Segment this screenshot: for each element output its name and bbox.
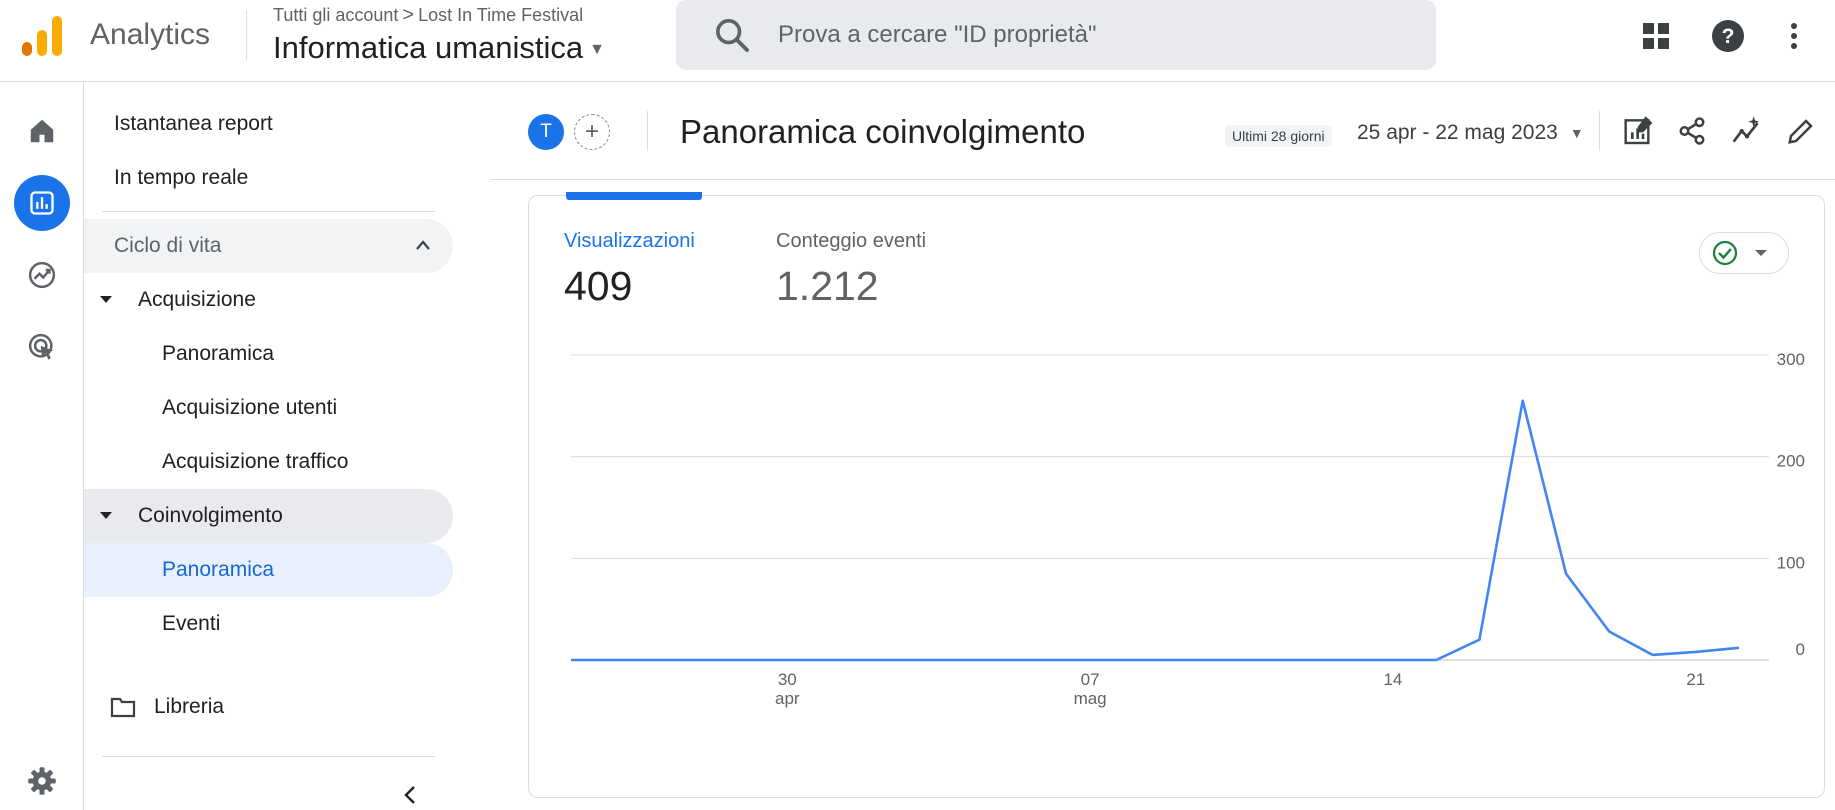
- reports-nav: Istantanea report In tempo reale Ciclo d…: [84, 83, 464, 810]
- divider: [102, 211, 435, 212]
- x-tick-sublabel: apr: [775, 689, 800, 708]
- x-tick-label: 14: [1383, 670, 1402, 689]
- y-tick-label: 0: [1796, 640, 1805, 659]
- y-tick-label: 200: [1777, 452, 1805, 471]
- x-tick-sublabel: mag: [1074, 689, 1107, 708]
- edit-pencil-icon[interactable]: [1782, 112, 1820, 150]
- add-comparison-button[interactable]: +: [574, 114, 610, 150]
- more-vert-icon[interactable]: [1774, 16, 1814, 56]
- nav-item-label: Panoramica: [162, 342, 275, 365]
- nav-item-label: In tempo reale: [114, 166, 249, 189]
- advertising-icon[interactable]: [14, 319, 70, 375]
- nav-item-label: Acquisizione utenti: [162, 396, 338, 419]
- chevron-up-icon: [416, 240, 430, 250]
- insights-icon[interactable]: [1728, 112, 1766, 150]
- nav-item-traffic-acquisition[interactable]: Acquisizione traffico: [84, 435, 453, 489]
- property-name: Informatica umanistica: [273, 30, 584, 65]
- nav-item-label: Eventi: [162, 612, 221, 635]
- search-icon: [716, 19, 749, 52]
- nav-item-label: Istantanea report: [114, 112, 273, 135]
- reports-icon[interactable]: [14, 175, 70, 231]
- nav-item-report-snapshot[interactable]: Istantanea report: [84, 97, 453, 151]
- breadcrumb-property[interactable]: Lost In Time Festival: [418, 5, 583, 26]
- divider: [1599, 111, 1600, 151]
- help-icon[interactable]: ?: [1708, 16, 1748, 56]
- divider: [647, 111, 648, 151]
- nav-group-engagement[interactable]: Coinvolgimento: [84, 489, 453, 543]
- nav-item-label: Coinvolgimento: [138, 504, 283, 527]
- x-tick-label: 30: [778, 670, 797, 689]
- nav-section-label: Ciclo di vita: [114, 234, 222, 257]
- top-bar: Analytics Tutti gli account > Lost In Ti…: [0, 0, 1835, 82]
- date-preset-chip[interactable]: Ultimi 28 giorni: [1225, 125, 1332, 147]
- search-input[interactable]: [778, 21, 1378, 49]
- customize-report-icon[interactable]: [1620, 112, 1658, 150]
- nav-item-label: Panoramica: [162, 558, 275, 581]
- caret-down-icon: ▼: [1569, 125, 1584, 141]
- page-title: Panoramica coinvolgimento: [680, 113, 1086, 150]
- nav-item-engagement-overview[interactable]: Panoramica: [84, 543, 453, 597]
- nav-section-lifecycle[interactable]: Ciclo di vita: [84, 219, 453, 273]
- breadcrumb-account[interactable]: Tutti gli account: [273, 5, 398, 26]
- explore-icon[interactable]: [14, 247, 70, 303]
- views-line-chart: 0 100 200 300 30apr 07mag 14 21: [571, 350, 1805, 708]
- collapse-chevron-left-icon[interactable]: [402, 784, 418, 806]
- apps-grid-icon[interactable]: [1636, 16, 1676, 56]
- series-line-views: [571, 399, 1740, 662]
- date-range-text: 25 apr - 22 mag 2023: [1357, 121, 1558, 144]
- svg-text:?: ?: [1722, 25, 1735, 48]
- chevron-right-icon: >: [402, 4, 415, 26]
- search-bar[interactable]: [676, 0, 1436, 70]
- home-icon[interactable]: [14, 103, 70, 159]
- nav-item-library[interactable]: Libreria: [84, 680, 453, 734]
- active-tab-indicator: [566, 192, 702, 200]
- nav-group-acquisition[interactable]: Acquisizione: [84, 273, 453, 327]
- report-header: T + Panoramica coinvolgimento Ultimi 28 …: [490, 83, 1835, 180]
- nav-item-label: Libreria: [154, 695, 225, 718]
- divider: [102, 756, 435, 757]
- y-tick-label: 100: [1777, 553, 1805, 572]
- nav-item-realtime[interactable]: In tempo reale: [84, 151, 453, 205]
- app-name: Analytics: [90, 18, 211, 51]
- divider: [246, 10, 247, 60]
- nav-item-events[interactable]: Eventi: [84, 597, 453, 651]
- y-tick-label: 300: [1777, 350, 1805, 369]
- nav-item-acquisition-overview[interactable]: Panoramica: [84, 327, 453, 381]
- date-range-picker[interactable]: 25 apr - 22 mag 2023 ▼: [1357, 121, 1584, 145]
- caret-down-icon: [100, 296, 112, 303]
- engagement-card: Visualizzazioni 409 Conteggio eventi 1.2…: [528, 195, 1825, 798]
- breadcrumb[interactable]: Tutti gli account > Lost In Time Festiva…: [273, 4, 583, 27]
- folder-icon: [110, 697, 136, 718]
- x-tick-label: 21: [1686, 670, 1705, 689]
- property-selector[interactable]: Informatica umanistica ▼: [273, 30, 605, 66]
- nav-item-label: Acquisizione: [138, 288, 256, 311]
- left-rail: [0, 83, 84, 810]
- comparison-avatar[interactable]: T: [528, 114, 564, 150]
- nav-item-label: Acquisizione traffico: [162, 450, 349, 473]
- x-tick-label: 07: [1081, 670, 1100, 689]
- analytics-logo-icon[interactable]: [20, 14, 64, 58]
- share-icon[interactable]: [1673, 112, 1711, 150]
- nav-item-user-acquisition[interactable]: Acquisizione utenti: [84, 381, 453, 435]
- settings-gear-icon[interactable]: [14, 753, 70, 809]
- caret-down-icon: [100, 512, 112, 519]
- caret-down-icon: ▼: [589, 41, 605, 58]
